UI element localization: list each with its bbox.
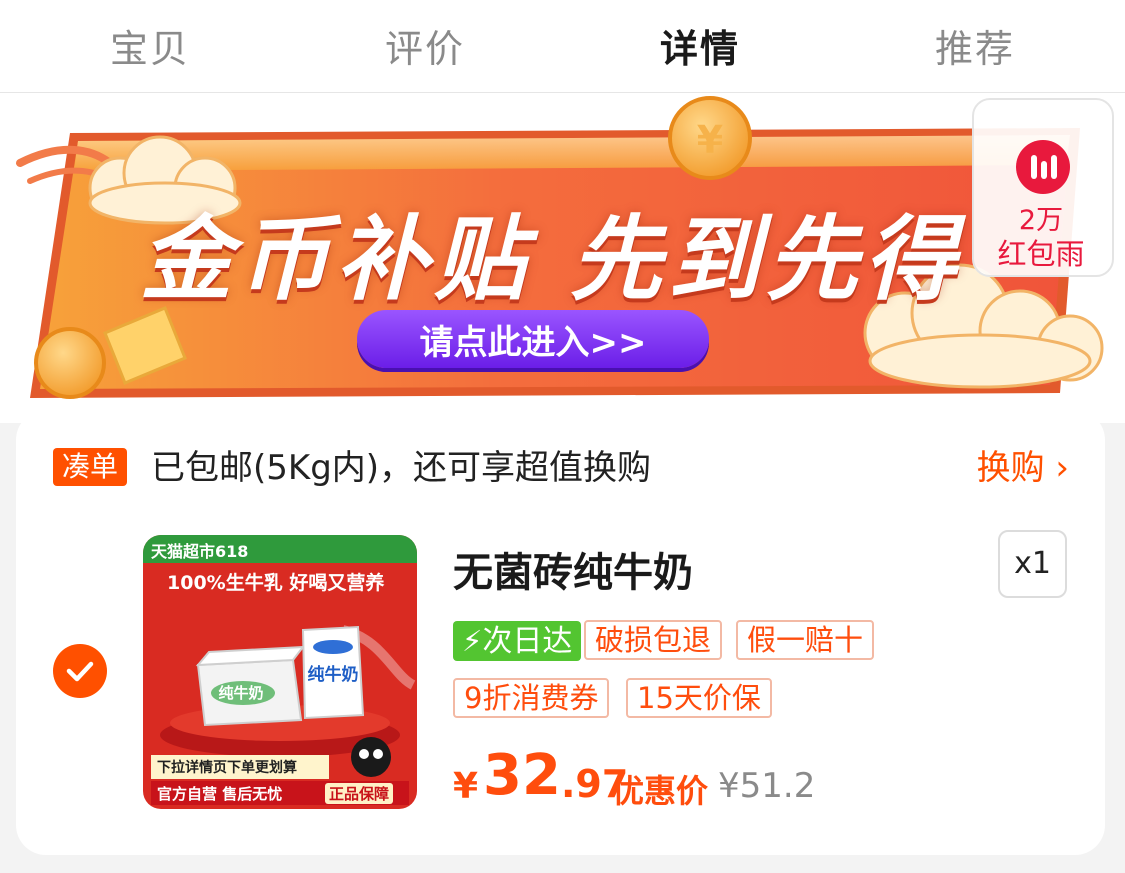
combine-order-tag: 凑单 [53,448,128,486]
coupon-tag: 9折消费券 [453,678,610,718]
image-bottom-strip: 官方自营 售后无忧 正品保障 [151,781,409,805]
product-name[interactable]: 无菌砖纯牛奶 [453,540,693,598]
swap-purchase-link[interactable]: 换购 › [977,440,1069,489]
red-packet-rain-widget[interactable]: 2万 红包雨 [972,98,1114,277]
svg-text:¥: ¥ [697,118,723,162]
box-label-right: 纯牛奶 [308,664,359,685]
banner-title: 金币补贴 先到先得 [140,206,963,313]
price-currency: ¥ [453,766,479,807]
tab-item[interactable]: 宝贝 [110,18,190,73]
original-price: ¥51.2 [718,766,816,806]
banner-enter-button[interactable]: 请点此进入>> [357,310,709,368]
image-note: 下拉详情页下单更划算 [151,755,329,779]
select-checkbox[interactable] [53,644,107,698]
product-image[interactable]: 天猫超市618 100%生牛乳 好喝又营养 纯牛奶 纯牛奶 下拉详情页下单更划算 [143,535,417,809]
damage-refund-tag: 破损包退 [584,620,723,660]
box-label-left: 纯牛奶 [218,684,263,702]
tab-details[interactable]: 详情 [660,18,740,73]
shipping-info: 已包邮(5Kg内)，还可享超值换购 [151,448,652,488]
bar-chart-icon [1016,140,1070,194]
fake-compensation-tag: 假一赔十 [736,620,875,660]
discount-price-label: 优惠价 [612,772,709,810]
tab-recommend[interactable]: 推荐 [935,18,1015,73]
price-protect-tag: 15天价保 [626,678,772,718]
next-day-tag: ⚡次日达 [453,621,582,661]
rain-count: 2万 [1018,205,1064,236]
cart-item-card: 凑单 已包邮(5Kg内)，还可享超值换购 换购 › 天猫超市618 100%生牛… [16,410,1105,855]
check-icon [66,661,94,682]
rain-label: 红包雨 [997,237,1085,271]
tab-reviews[interactable]: 评价 [385,18,465,73]
quantity-badge[interactable]: x1 [998,530,1067,598]
price-integer: 32 [483,743,561,808]
detail-tab-bar: 宝贝 评价 详情 推荐 [0,0,1125,93]
lightning-icon: ⚡ [462,624,483,658]
